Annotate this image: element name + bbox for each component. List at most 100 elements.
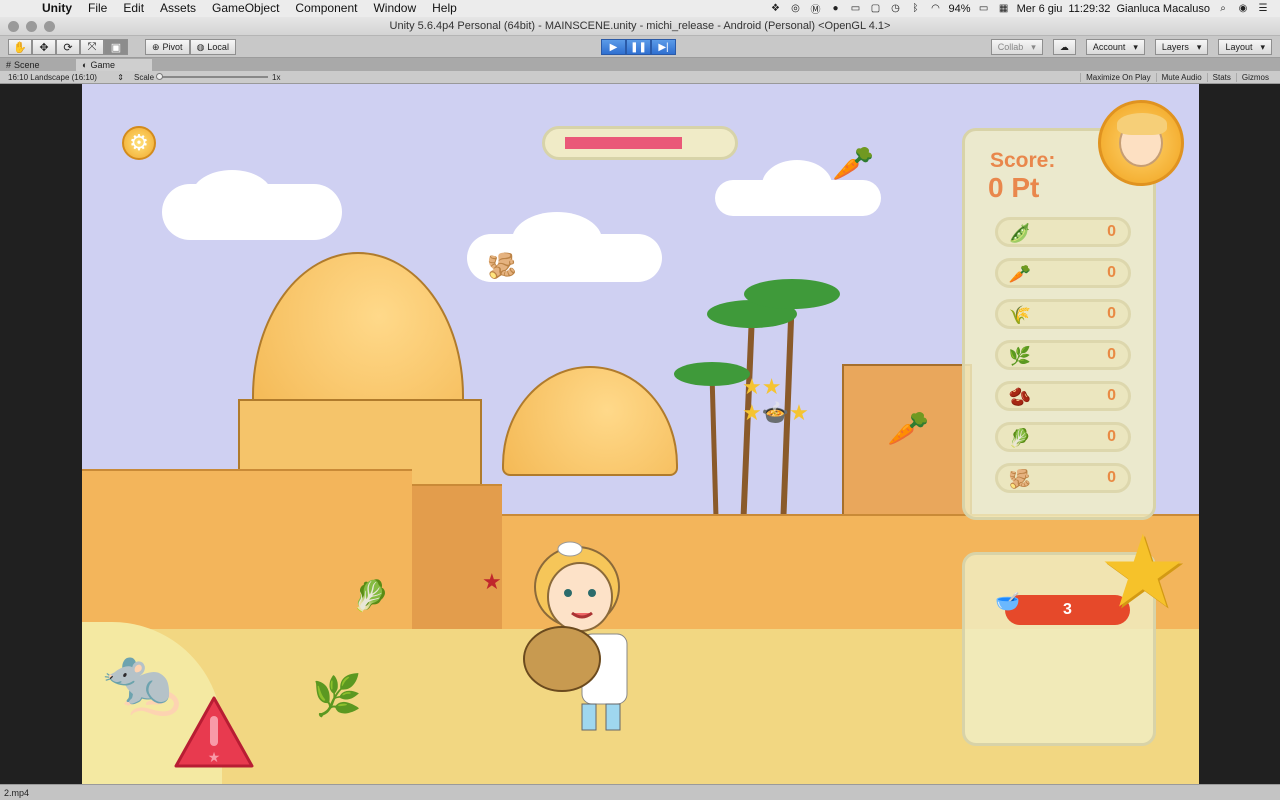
herb-bundle-icon: 🌾: [1008, 304, 1032, 325]
close-window-button[interactable]: [8, 21, 19, 32]
ingredient-count: 0: [1107, 264, 1116, 281]
chef-avatar[interactable]: [1098, 100, 1184, 186]
unity-toolbar: ✋ ✥ ⟳ ⤧ ▣ ⊕ Pivot ◍ Local ▶ ❚❚ ▶| Collab ▾ …: [0, 36, 1280, 58]
scale-value: 1x: [272, 72, 281, 82]
siri-icon[interactable]: ◉: [1236, 3, 1250, 14]
cloud: [192, 170, 272, 220]
screen: Unity File Edit Assets GameObject Compon…: [0, 0, 1280, 800]
mute-audio-toggle[interactable]: Mute Audio: [1155, 72, 1207, 82]
time-machine-icon[interactable]: ◷: [889, 3, 903, 14]
scale-tool-icon[interactable]: ⤧: [80, 39, 104, 55]
sync-icon[interactable]: ◎: [789, 3, 803, 14]
pause-icon: ❚❚: [630, 41, 647, 53]
play-controls: ▶ ❚❚ ▶|: [601, 39, 676, 55]
hand-tool-icon[interactable]: ✋: [8, 39, 32, 55]
play-button[interactable]: ▶: [601, 39, 626, 55]
carrot-icon: 🥕: [887, 410, 930, 448]
airplay-icon[interactable]: ▭: [849, 3, 863, 14]
ginger-icon: 🫚: [487, 253, 517, 280]
parsley-icon: 🌿: [1008, 345, 1032, 366]
menubar-user[interactable]: Gianluca Macaluso: [1116, 3, 1210, 15]
transform-tools: ✋ ✥ ⟳ ⤧ ▣: [8, 39, 128, 55]
chef-face-icon: [1117, 113, 1167, 167]
status-text: 2.mp4: [4, 788, 30, 798]
cooking-pot-icon: ★★ ★🍲★: [742, 374, 809, 425]
menubar-time[interactable]: 11:29:32: [1068, 3, 1110, 15]
bluetooth-icon[interactable]: ᛒ: [909, 3, 923, 14]
menu-window[interactable]: Window: [365, 0, 424, 17]
chevron-down-icon: ▾: [1031, 41, 1036, 52]
settings-button[interactable]: ⚙: [122, 126, 156, 160]
resolution-label: 16:10 Landscape (16:10): [8, 72, 97, 82]
pause-button[interactable]: ❚❚: [626, 39, 651, 55]
chef-character: [512, 539, 642, 739]
m-app-icon[interactable]: Ⓜ: [809, 3, 823, 16]
game-viewport: 🫚 🥕 🥕 🥬 🌿 ★ ★★ ★🍲★ 🐀 ★ ⚙ Score: 0 Pt 🫛 0…: [0, 84, 1280, 784]
scale-slider[interactable]: [156, 73, 269, 80]
tab-scene[interactable]: # Scene: [0, 59, 76, 71]
window-title: Unity 5.6.4p4 Personal (64bit) - MAINSCE…: [389, 20, 891, 32]
collab-button[interactable]: Collab ▾: [990, 39, 1043, 55]
minimize-window-button[interactable]: [26, 21, 37, 32]
ingredient-count: 0: [1107, 305, 1116, 322]
zoom-window-button[interactable]: [44, 21, 55, 32]
warning-button[interactable]: ★: [172, 694, 256, 770]
account-dropdown[interactable]: Account ▾: [1085, 39, 1145, 55]
menu-app[interactable]: Unity: [34, 0, 80, 17]
star-icon: ★: [1098, 516, 1188, 628]
move-tool-icon[interactable]: ✥: [32, 39, 56, 55]
scale-label: Scale: [134, 72, 155, 82]
menu-file[interactable]: File: [80, 0, 115, 17]
menubar-date[interactable]: Mer 6 giu: [1017, 3, 1063, 15]
wifi-icon[interactable]: ◠: [929, 3, 943, 14]
resolution-dropdown[interactable]: 16:10 Landscape (16:10) ⇕: [0, 73, 128, 82]
dropbox-icon[interactable]: ❖: [769, 3, 783, 14]
pivot-label: Pivot: [162, 42, 183, 52]
scale-slider-knob[interactable]: [156, 73, 164, 80]
step-icon: ▶|: [658, 41, 669, 53]
menu-assets[interactable]: Assets: [152, 0, 204, 17]
ingredient-count: 0: [1107, 346, 1116, 363]
pivot-button[interactable]: ⊕ Pivot: [145, 39, 190, 55]
level-progress-track: [565, 137, 715, 149]
city-wall-mid: [412, 484, 502, 634]
game-canvas[interactable]: 🫚 🥕 🥕 🥬 🌿 ★ ★★ ★🍲★ 🐀 ★ ⚙ Score: 0 Pt 🫛 0…: [82, 84, 1199, 784]
game-view-bar: 16:10 Landscape (16:10) ⇕ Scale 1x Maxim…: [0, 71, 1280, 84]
menu-help[interactable]: Help: [424, 0, 465, 17]
battery-icon[interactable]: ▭: [977, 3, 991, 14]
ingredient-count: 0: [1107, 223, 1116, 240]
m-app-2-icon[interactable]: ●: [829, 3, 843, 14]
maximize-on-play-toggle[interactable]: Maximize On Play: [1080, 72, 1155, 82]
battery-percent: 94%: [948, 2, 971, 15]
notification-center-icon[interactable]: ☰: [1256, 3, 1270, 14]
menu-edit[interactable]: Edit: [115, 0, 152, 17]
ingredient-row: 🫛 0: [995, 217, 1131, 247]
rect-tool-icon[interactable]: ▣: [104, 39, 128, 55]
carrot-icon: 🥕: [1008, 263, 1032, 284]
tab-game[interactable]: ◐ Game: [76, 59, 152, 71]
cloud-button[interactable]: ☁: [1052, 39, 1076, 55]
menu-gameobject[interactable]: GameObject: [204, 0, 287, 17]
local-label: Local: [207, 42, 229, 52]
keyboard-icon[interactable]: ▦: [997, 3, 1011, 14]
level-progress-bar: [542, 126, 738, 160]
window-titlebar[interactable]: Unity 5.6.4p4 Personal (64bit) - MAINSCE…: [0, 17, 1280, 36]
gizmos-dropdown[interactable]: Gizmos: [1235, 72, 1274, 82]
layout-label: Layout: [1225, 42, 1253, 52]
gear-icon: ⚙: [129, 130, 149, 155]
cloud: [512, 212, 602, 268]
menu-component[interactable]: Component: [287, 0, 365, 17]
toolbar-right: Collab ▾ ☁ Account ▾ Layers ▾ Layout ▾: [990, 39, 1272, 55]
ingredient-row: 🥕 0: [995, 258, 1131, 288]
herb-icon: 🌿: [312, 674, 362, 718]
scale-control: Scale 1x: [134, 73, 280, 82]
display-icon[interactable]: ▢: [869, 3, 883, 14]
local-button[interactable]: ◍ Local: [189, 39, 236, 55]
spotlight-icon[interactable]: ⌕: [1216, 3, 1230, 14]
stats-toggle[interactable]: Stats: [1206, 72, 1236, 82]
layers-dropdown[interactable]: Layers ▾: [1154, 39, 1209, 55]
ingredient-row: 🌿 0: [995, 340, 1131, 370]
layout-dropdown[interactable]: Layout ▾: [1218, 39, 1272, 55]
step-button[interactable]: ▶|: [651, 39, 676, 55]
rotate-tool-icon[interactable]: ⟳: [56, 39, 80, 55]
